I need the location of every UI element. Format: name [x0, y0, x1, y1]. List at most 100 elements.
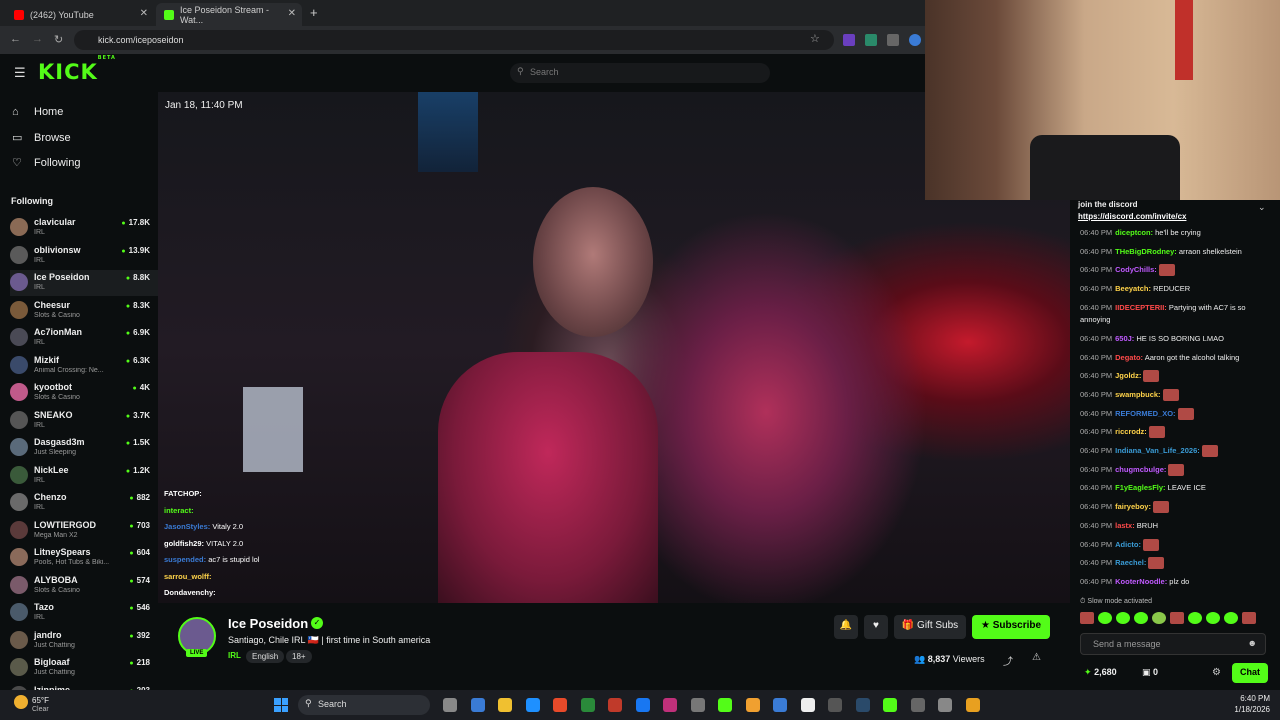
sidebar-channel[interactable]: MizkifAnimal Crossing: Ne... 6.3K — [10, 353, 158, 379]
sidebar-channel[interactable]: oblivionswIRL 13.9K — [10, 243, 158, 269]
sidebar-channel[interactable]: Tazo IRL 546 — [10, 600, 158, 626]
emote-icon[interactable] — [1206, 612, 1220, 624]
sidebar-channel[interactable]: clavicular IRL 17.8K — [10, 215, 158, 241]
heart-icon[interactable]: ♥ — [864, 615, 888, 639]
clock[interactable]: 6:40 PM 1/18/2026 — [1210, 694, 1270, 714]
weather-temp[interactable]: 65°F — [32, 696, 49, 705]
tab-kick[interactable]: Ice Poseidon Stream - Wat... ✕ — [156, 3, 302, 26]
chat-username[interactable]: THeBigDRodney: — [1115, 247, 1177, 256]
emote-icon[interactable] — [1134, 612, 1148, 624]
taskbar-app-icon[interactable] — [800, 698, 815, 712]
chat-username[interactable]: Indiana_Van_Life_2026: — [1115, 446, 1200, 455]
discord-link[interactable]: https://discord.com/invite/cx — [1078, 212, 1186, 221]
emote-icon[interactable] — [1242, 612, 1256, 624]
sidebar-channel[interactable]: Ice Poseidon IRL 8.8K — [10, 270, 158, 296]
emote-icon[interactable] — [1080, 612, 1094, 624]
taskbar-app-icon[interactable] — [470, 698, 485, 712]
taskbar-app-icon[interactable] — [498, 698, 512, 712]
extension-icon[interactable] — [843, 34, 855, 46]
emote-icon[interactable] — [1170, 612, 1184, 624]
taskbar-app-icon[interactable] — [938, 698, 952, 712]
chat-username[interactable]: Beeyatch: — [1115, 284, 1151, 293]
chat-username[interactable]: Raechel: — [1115, 558, 1146, 567]
taskbar-app-icon[interactable] — [690, 698, 705, 712]
taskbar-app-icon[interactable] — [745, 698, 760, 712]
windows-start-icon[interactable] — [274, 698, 288, 712]
gear-icon[interactable]: ⚙ — [1212, 667, 1221, 678]
sidebar-item-browse[interactable]: ▭ Browse — [12, 131, 71, 145]
tag-age[interactable]: 18+ — [286, 650, 312, 663]
extension-icon[interactable] — [865, 34, 877, 46]
sidebar-item-following[interactable]: ♡ Following — [12, 156, 80, 170]
taskbar-app-icon[interactable] — [580, 698, 595, 712]
report-icon[interactable]: ⚠ — [1032, 652, 1041, 663]
url-field[interactable]: kick.com/iceposeidon — [74, 30, 834, 50]
chat-username[interactable]: lastx: — [1115, 521, 1135, 530]
tag-language[interactable]: English — [246, 650, 285, 663]
subscribe-button[interactable]: ★ Subscribe — [972, 615, 1050, 639]
category-link[interactable]: IRL — [228, 651, 241, 660]
chat-username[interactable]: KooterNoodle: — [1115, 577, 1167, 586]
chat-username[interactable]: chugmcbulge: — [1115, 465, 1166, 474]
points-secondary[interactable]: ▣ 0 — [1142, 667, 1158, 678]
chat-username[interactable]: Adicto: — [1115, 540, 1141, 549]
sidebar-channel[interactable]: Bigloaaf Just Chatting 218 — [10, 655, 158, 681]
chevron-down-icon[interactable]: ⌄ — [1258, 202, 1266, 213]
sidebar-channel[interactable]: LitneySpears Pools, Hot Tubs & Biki... 604 — [10, 545, 158, 571]
extension-icon[interactable] — [887, 34, 899, 46]
taskbar-app-icon[interactable] — [883, 698, 897, 712]
sidebar-channel[interactable]: Ac7ionMan IRL 6.9K — [10, 325, 158, 351]
chat-input[interactable]: Send a message ☻ — [1080, 633, 1266, 655]
chat-username[interactable]: fairyeboy: — [1115, 502, 1151, 511]
chat-username[interactable]: REFORMED_XO: — [1115, 409, 1175, 418]
chat-username[interactable]: diceptcon: — [1115, 228, 1153, 237]
taskbar-app-icon[interactable] — [553, 698, 567, 712]
chat-username[interactable]: Jgoldz: — [1115, 371, 1141, 380]
emoji-icon[interactable]: ☻ — [1248, 638, 1257, 648]
kick-logo[interactable]: KICKBETA — [38, 55, 116, 84]
close-icon[interactable]: ✕ — [288, 8, 296, 19]
chat-username[interactable]: CodyChills: — [1115, 265, 1157, 274]
tab-youtube[interactable]: (2462) YouTube ✕ — [6, 3, 154, 26]
emote-icon[interactable] — [1116, 612, 1130, 624]
taskbar-app-icon[interactable] — [663, 698, 677, 712]
emote-icon[interactable] — [1098, 612, 1112, 624]
share-icon[interactable]: ⤴ — [1003, 653, 1013, 668]
chat-username[interactable]: swampbuck: — [1115, 390, 1160, 399]
chat-send-button[interactable]: Chat — [1232, 663, 1268, 683]
forward-icon[interactable]: → — [32, 33, 43, 45]
search-input[interactable]: ⚲ Search — [510, 63, 770, 83]
taskbar-app-icon[interactable] — [608, 698, 622, 712]
sidebar-channel[interactable]: Dasgasd3m Just Sleeping 1.5K — [10, 435, 158, 461]
taskbar-app-icon[interactable] — [525, 698, 540, 712]
bell-icon[interactable]: 🔔 — [834, 615, 858, 639]
gift-subs-button[interactable]: 🎁 Gift Subs — [894, 615, 966, 639]
taskbar-app-icon[interactable] — [965, 698, 980, 712]
emote-icon[interactable] — [1224, 612, 1238, 624]
sidebar-channel[interactable]: LOWTIERGODMega Man X2 703 — [10, 518, 158, 544]
sidebar-channel[interactable]: NickLeeIRL 1.2K — [10, 463, 158, 489]
sidebar-channel[interactable]: ALYBOBASlots & Casino 574 — [10, 573, 158, 599]
chat-username[interactable]: Degato: — [1115, 353, 1143, 362]
close-icon[interactable]: ✕ — [140, 8, 148, 19]
sidebar-channel[interactable]: CheesurSlots & Casino 8.3K — [10, 298, 158, 324]
back-icon[interactable]: ← — [10, 33, 21, 45]
taskbar-app-icon[interactable] — [773, 698, 787, 712]
points-balance[interactable]: ✦ 2,680 — [1084, 667, 1117, 678]
emote-icon[interactable] — [1152, 612, 1166, 624]
extension-icon[interactable] — [909, 34, 921, 46]
taskbar-app-icon[interactable] — [718, 698, 732, 712]
reload-icon[interactable]: ↻ — [54, 33, 63, 46]
taskbar-app-icon[interactable] — [855, 698, 870, 712]
bookmark-star-icon[interactable]: ☆ — [810, 32, 820, 45]
streamer-name[interactable]: Ice Poseidon — [228, 616, 308, 631]
taskbar-app-icon[interactable] — [828, 698, 842, 712]
chat-username[interactable]: riccrodz: — [1115, 427, 1147, 436]
sidebar-channel[interactable]: SNEAKOIRL 3.7K — [10, 408, 158, 434]
taskbar-app-icon[interactable] — [910, 698, 925, 712]
chat-username[interactable]: 650J: — [1115, 334, 1134, 343]
sidebar-channel[interactable]: kyootbot Slots & Casino 4K — [10, 380, 158, 406]
sidebar-channel[interactable]: jandroJust Chatting 392 — [10, 628, 158, 654]
menu-icon[interactable]: ☰ — [14, 65, 26, 81]
sidebar-item-home[interactable]: ⌂ Home — [12, 106, 63, 118]
